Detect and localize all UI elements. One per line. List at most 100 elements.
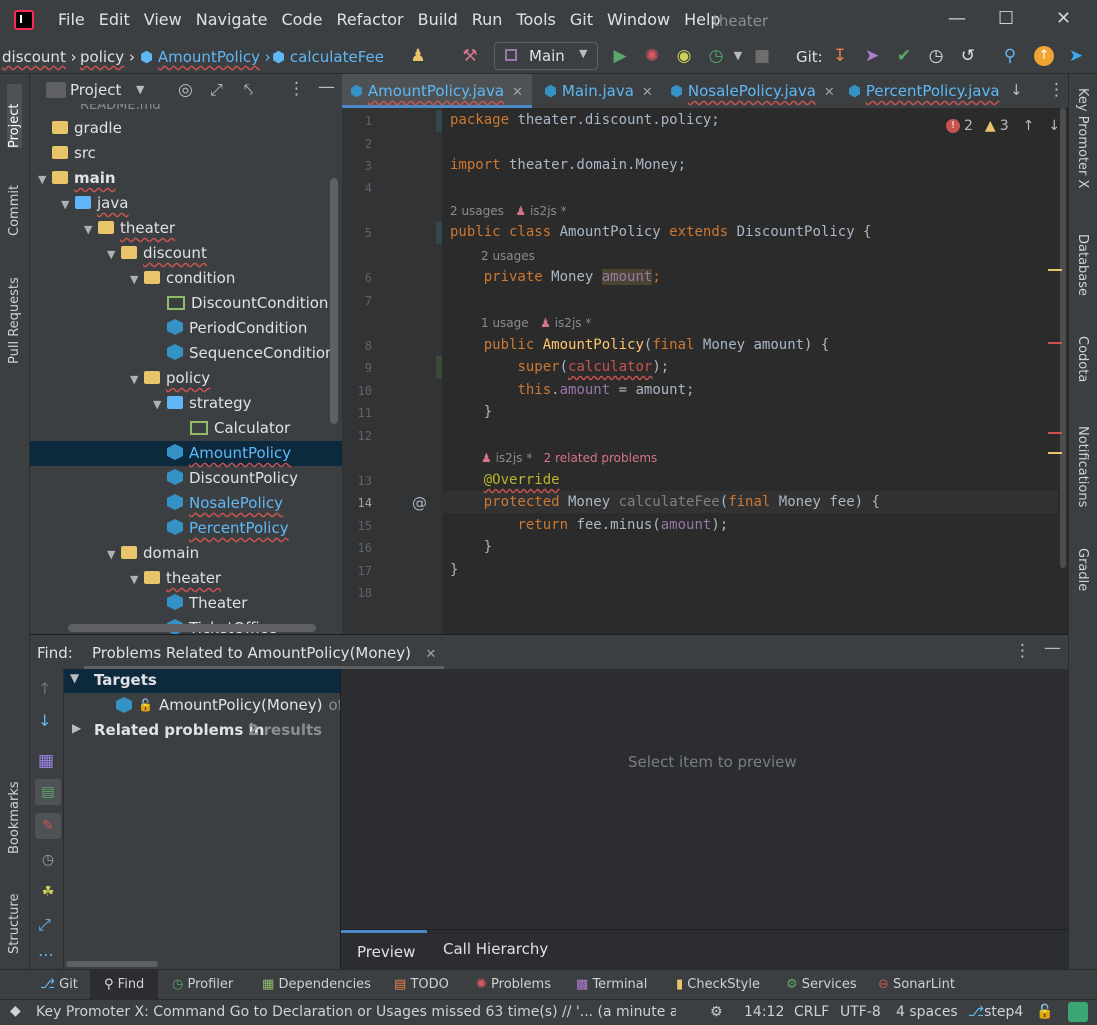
expand-icon[interactable]: ⤢ bbox=[38, 915, 51, 935]
menu-window[interactable]: Window bbox=[607, 10, 670, 29]
inlay-usages-hint[interactable]: 2 usages ♟ is2js * bbox=[450, 204, 567, 218]
search-icon[interactable]: ⚲ bbox=[1000, 46, 1020, 66]
find-options-icon[interactable]: ⋮ bbox=[1014, 641, 1031, 661]
close-window-icon[interactable]: ✕ bbox=[1056, 8, 1071, 29]
tab-percentpolicy[interactable]: ⬢ PercentPolicy.java bbox=[840, 74, 1002, 108]
build-hammer-icon[interactable]: ⚒ bbox=[460, 46, 480, 66]
breadcrumb-amountpolicy[interactable]: ⬢ AmountPolicy › bbox=[140, 48, 271, 66]
menu-code[interactable]: Code bbox=[282, 10, 323, 29]
more-run-icon[interactable]: ▼ bbox=[728, 46, 748, 66]
background-tasks-icon[interactable]: ⚙ bbox=[710, 1004, 723, 1020]
tree-scrollbar[interactable] bbox=[330, 178, 338, 424]
code-area[interactable]: package theater.discount.policy; import … bbox=[342, 108, 1058, 634]
bottom-tab-git[interactable]: ⎇ Git bbox=[40, 977, 78, 992]
chevron-down-icon[interactable]: ▼ bbox=[130, 267, 144, 292]
inlay-usages-hint[interactable]: 1 usage ♟ is2js * bbox=[481, 316, 591, 330]
options-icon[interactable]: ⋮ bbox=[288, 79, 305, 99]
menu-navigate[interactable]: Navigate bbox=[196, 10, 268, 29]
inlay-problems-hint[interactable]: ♟ is2js * 2 related problems bbox=[481, 451, 657, 465]
chevron-down-icon[interactable]: ▼ bbox=[107, 242, 121, 267]
tree-item[interactable]: Calculator bbox=[30, 416, 342, 441]
menu-view[interactable]: View bbox=[144, 10, 182, 29]
tree-item[interactable]: ▼ policy bbox=[30, 366, 342, 391]
tool-key-promoter[interactable]: Key Promoter X bbox=[1075, 88, 1090, 208]
users-icon[interactable]: ♟ bbox=[408, 46, 428, 66]
tool-database[interactable]: Database bbox=[1075, 234, 1090, 314]
project-view-select[interactable]: Project bbox=[70, 81, 121, 99]
status-message[interactable]: Key Promoter X: Command Go to Declaratio… bbox=[36, 1004, 676, 1020]
tool-project[interactable]: Project bbox=[7, 84, 22, 148]
find-tab-problems[interactable]: Problems Related to AmountPolicy(Money) … bbox=[84, 635, 445, 669]
menu-run[interactable]: Run bbox=[472, 10, 503, 29]
chevron-down-icon[interactable]: ▼ bbox=[130, 567, 144, 592]
tree-item[interactable]: ▼ theater bbox=[30, 566, 342, 591]
close-tab-icon[interactable]: ✕ bbox=[824, 85, 835, 100]
tree-item[interactable]: PeriodCondition bbox=[30, 316, 342, 341]
tool-structure[interactable]: Structure bbox=[7, 874, 22, 954]
error-marker[interactable] bbox=[1048, 432, 1062, 434]
warning-marker[interactable] bbox=[1048, 452, 1062, 454]
collapse-all-icon[interactable]: ⤣ bbox=[244, 80, 253, 100]
file-encoding[interactable]: UTF-8 bbox=[840, 1004, 881, 1020]
tool-notifications[interactable]: Notifications bbox=[1075, 426, 1090, 526]
hide-panel-icon[interactable]: — bbox=[318, 77, 335, 97]
tree-hscrollbar[interactable] bbox=[68, 624, 316, 632]
editor-scrollbar[interactable] bbox=[1058, 108, 1068, 634]
git-update-icon[interactable]: ↧ bbox=[830, 46, 850, 66]
rollback-icon[interactable]: ↺ bbox=[958, 46, 978, 66]
tabs-overflow-icon[interactable]: ↓ bbox=[1010, 81, 1023, 99]
close-tab-icon[interactable]: ✕ bbox=[512, 85, 523, 100]
inlay-usages-hint[interactable]: 2 usages bbox=[481, 249, 535, 263]
tab-call-hierarchy[interactable]: Call Hierarchy bbox=[427, 930, 548, 971]
chevron-down-icon[interactable]: ▼ bbox=[136, 83, 144, 96]
tree-item[interactable]: DiscountPolicy bbox=[30, 466, 342, 491]
results-hscrollbar[interactable] bbox=[66, 961, 158, 967]
lock-icon[interactable]: 🔓 bbox=[1036, 1004, 1053, 1020]
tree-item[interactable]: DiscountCondition bbox=[30, 291, 342, 316]
debug-icon[interactable]: ✺ bbox=[642, 46, 662, 66]
tree-item[interactable]: ▼ java bbox=[30, 191, 342, 216]
close-tab-icon[interactable]: ✕ bbox=[425, 647, 436, 662]
locate-icon[interactable]: ◎ bbox=[178, 80, 193, 100]
warning-marker[interactable] bbox=[1048, 269, 1062, 271]
profiler-icon[interactable]: ◷ bbox=[706, 46, 726, 66]
tree-item[interactable]: ▼ theater bbox=[30, 216, 342, 241]
preview-icon[interactable]: ▤ bbox=[35, 779, 61, 805]
prev-occurrence-icon[interactable]: ↑ bbox=[38, 679, 51, 698]
folder-filter-icon[interactable]: ◷ bbox=[35, 847, 61, 873]
tree-item[interactable]: NosalePolicy bbox=[30, 491, 342, 516]
caret-position[interactable]: 14:12 bbox=[744, 1004, 784, 1020]
minimize-icon[interactable]: — bbox=[948, 8, 966, 29]
bottom-tab-sonarlint[interactable]: ⊖ SonarLint bbox=[878, 977, 955, 992]
pin-icon[interactable]: ☘ bbox=[35, 879, 61, 905]
chevron-down-icon[interactable]: ▼ bbox=[107, 542, 121, 567]
target-item[interactable]: 🔓 AmountPolicy(Money) of t bbox=[116, 696, 354, 714]
breadcrumb-policy[interactable]: policy › bbox=[80, 48, 135, 66]
intellij-logo-icon[interactable] bbox=[14, 10, 34, 30]
group-icon[interactable]: ▦ bbox=[38, 751, 54, 771]
bottom-tab-profiler[interactable]: ◷ Profiler bbox=[172, 977, 233, 992]
related-problems-node[interactable]: ▶ Related problems in 2 results bbox=[64, 719, 340, 743]
breadcrumb-discount[interactable]: discount › bbox=[2, 48, 77, 66]
bottom-tab-checkstyle[interactable]: ▮ CheckStyle bbox=[676, 977, 760, 992]
tab-amountpolicy[interactable]: ⬢ AmountPolicy.java ✕ bbox=[342, 74, 532, 108]
indent-setting[interactable]: 4 spaces bbox=[896, 1004, 958, 1020]
tree-item[interactable]: ▼ strategy bbox=[30, 391, 342, 416]
highlight-icon[interactable]: ✎ bbox=[35, 813, 61, 839]
git-push-icon[interactable]: ➤ bbox=[862, 46, 882, 66]
tree-item[interactable]: gradle bbox=[30, 116, 342, 141]
chevron-down-icon[interactable]: ▼ bbox=[84, 217, 98, 242]
menu-refactor[interactable]: Refactor bbox=[336, 10, 403, 29]
bottom-tab-todo[interactable]: ▤ TODO bbox=[394, 977, 449, 992]
tree-item[interactable]: src bbox=[30, 141, 342, 166]
code-with-me-icon[interactable]: ➤ bbox=[1066, 46, 1086, 66]
breadcrumb-calculatefee[interactable]: ⬢ calculateFee bbox=[272, 48, 384, 66]
chevron-down-icon[interactable]: ▼ bbox=[38, 167, 52, 192]
tree-item[interactable]: SequenceCondition bbox=[30, 341, 342, 366]
tool-codota[interactable]: Codota bbox=[1075, 336, 1090, 402]
tab-nosalepolicy[interactable]: ⬢ NosalePolicy.java ✕ bbox=[662, 74, 840, 108]
status-toggle-icon[interactable]: ◆ bbox=[10, 1003, 21, 1019]
codota-icon[interactable] bbox=[1068, 1002, 1088, 1022]
tree-item[interactable]: AmountPolicy bbox=[30, 441, 342, 466]
targets-node[interactable]: ▼ Targets bbox=[64, 669, 340, 693]
